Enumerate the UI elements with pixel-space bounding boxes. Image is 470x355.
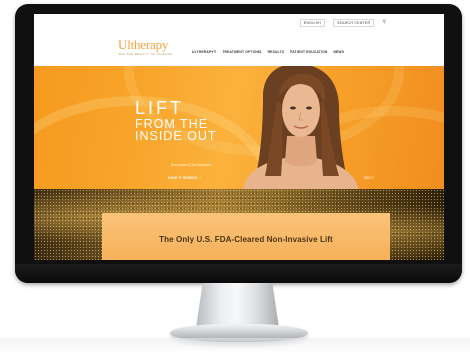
nav-item-results[interactable]: RESULTS bbox=[268, 50, 285, 54]
nav-item-news[interactable]: NEWS bbox=[333, 50, 344, 54]
how-it-works-button[interactable]: HOW IT WORKS › bbox=[168, 176, 201, 180]
hero-title-line-3: INSIDE OUT bbox=[135, 129, 217, 143]
search-center-link[interactable]: SEARCH CENTER bbox=[332, 19, 375, 27]
nav-item-ultherapy[interactable]: ULTHERAPY® bbox=[192, 50, 216, 54]
floor-reflection bbox=[0, 338, 470, 355]
logo[interactable]: Ultherapy SEE THE BEAUTY OF SCIENCE bbox=[118, 38, 173, 56]
nav-item-patient-education[interactable]: PATIENT EDUCATION bbox=[290, 50, 327, 54]
search-icon[interactable]: ⚲ bbox=[382, 19, 386, 27]
logo-tagline: SEE THE BEAUTY OF SCIENCE bbox=[118, 52, 173, 56]
see-it-link[interactable]: SEE IT bbox=[364, 176, 374, 180]
arrow-right-icon: › bbox=[199, 176, 201, 180]
gold-texture-band: The Only U.S. FDA-Cleared Non-Invasive L… bbox=[34, 189, 444, 260]
hero-title-line-1: LIFT bbox=[135, 98, 185, 118]
fda-banner: The Only U.S. FDA-Cleared Non-Invasive L… bbox=[102, 213, 390, 260]
monitor-stand-neck bbox=[196, 283, 279, 328]
hero-title: LIFT FROM THE INSIDE OUT bbox=[135, 98, 217, 143]
main-nav: ULTHERAPY® TREATMENT OPTIONS RESULTS PAT… bbox=[192, 50, 344, 54]
hero-banner: LIFT FROM THE INSIDE OUT Non-Invasive | … bbox=[34, 66, 444, 189]
language-selector[interactable]: ENGLISH bbox=[299, 19, 325, 27]
hero-subtitle: Non-Invasive | No Downtime bbox=[171, 163, 212, 167]
fda-headline: The Only U.S. FDA-Cleared Non-Invasive L… bbox=[159, 235, 333, 244]
logo-wordmark: Ultherapy bbox=[118, 37, 169, 52]
monitor-screen: ENGLISH SEARCH CENTER ⚲ Ultherapy SEE TH… bbox=[34, 14, 444, 260]
monitor-chin bbox=[15, 264, 462, 283]
cta-label: HOW IT WORKS bbox=[168, 176, 198, 180]
hero-model-image bbox=[243, 66, 359, 189]
site-header: ENGLISH SEARCH CENTER ⚲ Ultherapy SEE TH… bbox=[34, 14, 444, 66]
nav-item-treatment-options[interactable]: TREATMENT OPTIONS bbox=[222, 50, 261, 54]
utility-nav: ENGLISH SEARCH CENTER ⚲ bbox=[299, 19, 386, 27]
